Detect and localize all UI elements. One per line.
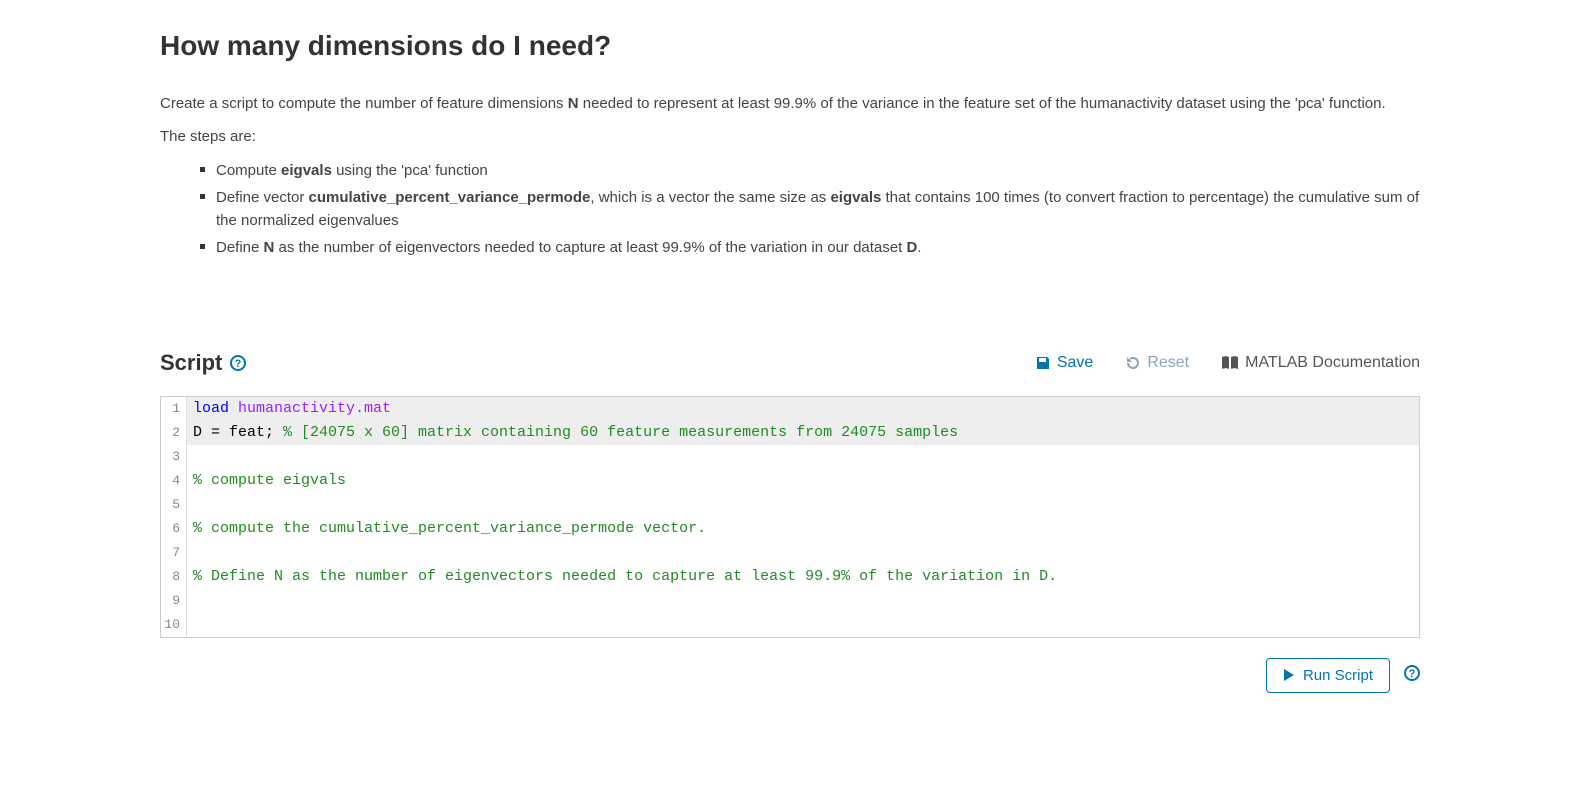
step-bold: eigvals	[281, 162, 332, 179]
step-bold: cumulative_percent_variance_permode	[309, 189, 591, 206]
step-bold: eigvals	[830, 189, 881, 206]
save-label: Save	[1057, 354, 1093, 372]
code-line[interactable]: 2D = feat; % [24075 x 60] matrix contain…	[161, 421, 1419, 445]
step-item: Define N as the number of eigenvectors n…	[200, 236, 1420, 259]
documentation-label: MATLAB Documentation	[1245, 354, 1420, 372]
documentation-button[interactable]: MATLAB Documentation	[1221, 354, 1420, 372]
step-bold: D	[906, 239, 917, 256]
step-bold: N	[264, 239, 275, 256]
editor-toolbar: Save Reset MATLAB Documentation	[1035, 354, 1420, 372]
save-icon	[1035, 355, 1051, 371]
code-content[interactable]	[187, 613, 1419, 637]
line-number: 6	[161, 517, 187, 541]
run-script-button[interactable]: Run Script	[1266, 658, 1390, 693]
code-content[interactable]: % compute eigvals	[187, 469, 1419, 493]
intro-bold-N: N	[568, 95, 579, 112]
instructions: Create a script to compute the number of…	[160, 92, 1420, 260]
code-content[interactable]: load humanactivity.mat	[187, 397, 1419, 421]
code-editor[interactable]: 1load humanactivity.mat2D = feat; % [240…	[160, 396, 1420, 638]
intro-text-1: Create a script to compute the number of…	[160, 95, 568, 112]
code-line[interactable]: 8% Define N as the number of eigenvector…	[161, 565, 1419, 589]
book-icon	[1221, 355, 1239, 371]
code-line[interactable]: 10	[161, 613, 1419, 637]
reset-icon	[1125, 355, 1141, 371]
step-item: Compute eigvals using the 'pca' function	[200, 159, 1420, 182]
steps-list: Compute eigvals using the 'pca' function…	[160, 159, 1420, 260]
play-icon	[1283, 668, 1295, 682]
help-icon[interactable]: ?	[230, 355, 246, 371]
script-section-title: Script	[160, 350, 222, 376]
code-content[interactable]	[187, 493, 1419, 517]
line-number: 4	[161, 469, 187, 493]
code-content[interactable]: % Define N as the number of eigenvectors…	[187, 565, 1419, 589]
code-line[interactable]: 5	[161, 493, 1419, 517]
step-item: Define vector cumulative_percent_varianc…	[200, 186, 1420, 233]
code-line[interactable]: 4% compute eigvals	[161, 469, 1419, 493]
code-content[interactable]	[187, 445, 1419, 469]
line-number: 5	[161, 493, 187, 517]
code-content[interactable]: D = feat; % [24075 x 60] matrix containi…	[187, 421, 1419, 445]
code-line[interactable]: 7	[161, 541, 1419, 565]
code-line[interactable]: 1load humanactivity.mat	[161, 397, 1419, 421]
line-number: 7	[161, 541, 187, 565]
line-number: 2	[161, 421, 187, 445]
code-content[interactable]: % compute the cumulative_percent_varianc…	[187, 517, 1419, 541]
code-content[interactable]	[187, 541, 1419, 565]
steps-label: The steps are:	[160, 125, 1420, 148]
line-number: 1	[161, 397, 187, 421]
line-number: 8	[161, 565, 187, 589]
svg-text:?: ?	[1409, 668, 1416, 680]
run-script-label: Run Script	[1303, 667, 1373, 684]
line-number: 3	[161, 445, 187, 469]
save-button[interactable]: Save	[1035, 354, 1093, 372]
code-line[interactable]: 9	[161, 589, 1419, 613]
svg-text:?: ?	[235, 358, 242, 370]
intro-text-2: needed to represent at least 99.9% of th…	[579, 95, 1386, 112]
intro-paragraph: Create a script to compute the number of…	[160, 92, 1420, 115]
footer-help-icon[interactable]: ?	[1404, 665, 1420, 686]
reset-button[interactable]: Reset	[1125, 354, 1189, 372]
code-line[interactable]: 3	[161, 445, 1419, 469]
line-number: 10	[161, 613, 187, 637]
code-line[interactable]: 6% compute the cumulative_percent_varian…	[161, 517, 1419, 541]
line-number: 9	[161, 589, 187, 613]
page-title: How many dimensions do I need?	[160, 30, 1420, 62]
code-content[interactable]	[187, 589, 1419, 613]
reset-label: Reset	[1147, 354, 1189, 372]
